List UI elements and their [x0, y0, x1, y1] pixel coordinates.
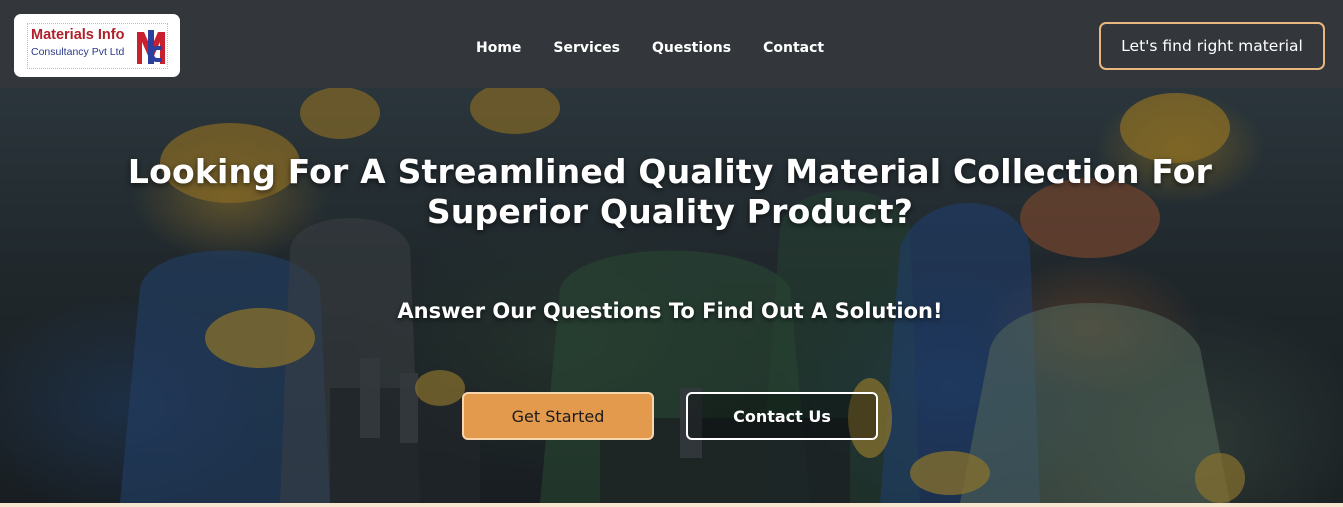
top-navbar: Materials Info Consultancy Pvt Ltd Home …: [0, 0, 1343, 88]
mic-monogram-logo-icon: [136, 29, 166, 65]
brand-name: Materials Info: [31, 27, 125, 43]
main-nav: Home Services Questions Contact: [476, 38, 824, 58]
logo-frame: Materials Info Consultancy Pvt Ltd: [27, 23, 168, 69]
nav-link-contact[interactable]: Contact: [763, 40, 824, 56]
hero-subtitle: Answer Our Questions To Find Out A Solut…: [397, 299, 943, 323]
page-bottom-strip: [0, 503, 1343, 507]
brand-tagline: Consultancy Pvt Ltd: [31, 46, 125, 58]
find-material-button[interactable]: Let's find right material: [1099, 22, 1325, 70]
brand-logo[interactable]: Materials Info Consultancy Pvt Ltd: [14, 14, 180, 77]
get-started-button[interactable]: Get Started: [462, 392, 654, 440]
hero-dark-overlay: [0, 88, 1343, 503]
nav-link-home[interactable]: Home: [476, 40, 521, 56]
nav-link-services[interactable]: Services: [553, 40, 620, 56]
nav-link-questions[interactable]: Questions: [652, 40, 731, 56]
hero-title: Looking For A Streamlined Quality Materi…: [127, 152, 1213, 231]
contact-us-button[interactable]: Contact Us: [686, 392, 878, 440]
hero-section: Looking For A Streamlined Quality Materi…: [0, 88, 1343, 503]
